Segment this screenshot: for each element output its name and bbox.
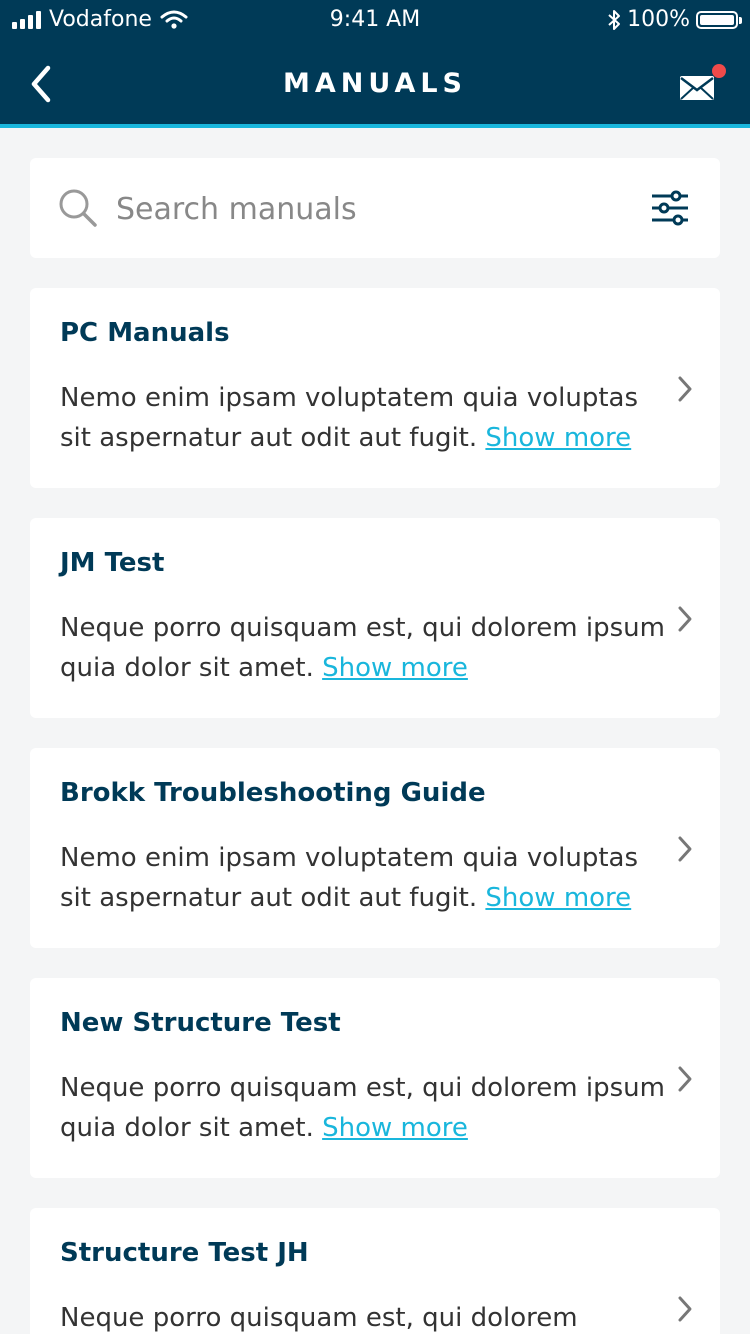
- chevron-right-icon: [678, 1066, 692, 1092]
- status-bar: Vodafone 9:41 AM 100%: [0, 0, 750, 40]
- battery-percent: 100%: [627, 7, 690, 32]
- chevron-right-icon: [678, 1296, 692, 1322]
- manual-title: New Structure Test: [60, 1008, 341, 1038]
- manual-description: Neque porro quisquam est, qui dolorem ip…: [60, 608, 670, 688]
- manual-title: Brokk Troubleshooting Guide: [60, 778, 486, 808]
- manual-card[interactable]: PC Manuals Nemo enim ipsam voluptatem qu…: [30, 288, 720, 488]
- show-more-link[interactable]: Show more: [322, 653, 468, 683]
- show-more-link[interactable]: Show more: [485, 423, 631, 453]
- nav-bar: MANUALS: [0, 48, 750, 124]
- show-more-link[interactable]: Show more: [485, 883, 631, 913]
- status-right: 100%: [607, 7, 742, 32]
- manual-title: PC Manuals: [60, 318, 230, 348]
- notification-dot: [712, 64, 726, 78]
- manual-card[interactable]: Brokk Troubleshooting Guide Nemo enim ip…: [30, 748, 720, 948]
- filter-sliders-icon[interactable]: [650, 190, 690, 226]
- manual-title: Structure Test JH: [60, 1238, 309, 1268]
- bluetooth-icon: [608, 9, 621, 30]
- battery-level: [700, 14, 734, 25]
- manual-description: Neque porro quisquam est, qui dolorem ip…: [60, 1068, 670, 1148]
- manual-description: Nemo enim ipsam voluptatem quia voluptas…: [60, 378, 670, 458]
- show-more-link[interactable]: Show more: [322, 1113, 468, 1143]
- app-header: Vodafone 9:41 AM 100% MANUALS: [0, 0, 750, 128]
- mail-icon: [680, 76, 714, 100]
- search-input[interactable]: [116, 182, 616, 236]
- battery-icon: [696, 10, 742, 29]
- manual-description-text: Neque porro quisquam est, qui dolorem: [60, 1303, 578, 1333]
- manual-title: JM Test: [60, 548, 165, 578]
- manual-description: Nemo enim ipsam voluptatem quia voluptas…: [60, 838, 670, 918]
- page-title: MANUALS: [282, 68, 467, 99]
- manual-card[interactable]: Structure Test JH Neque porro quisquam e…: [30, 1208, 720, 1334]
- chevron-right-icon: [678, 606, 692, 632]
- search-icon: [59, 189, 97, 227]
- manual-card[interactable]: JM Test Neque porro quisquam est, qui do…: [30, 518, 720, 718]
- manual-card[interactable]: New Structure Test Neque porro quisquam …: [30, 978, 720, 1178]
- mail-button[interactable]: [678, 64, 728, 106]
- chevron-right-icon: [678, 836, 692, 862]
- manual-description: Neque porro quisquam est, qui dolorem: [60, 1298, 670, 1334]
- chevron-right-icon: [678, 376, 692, 402]
